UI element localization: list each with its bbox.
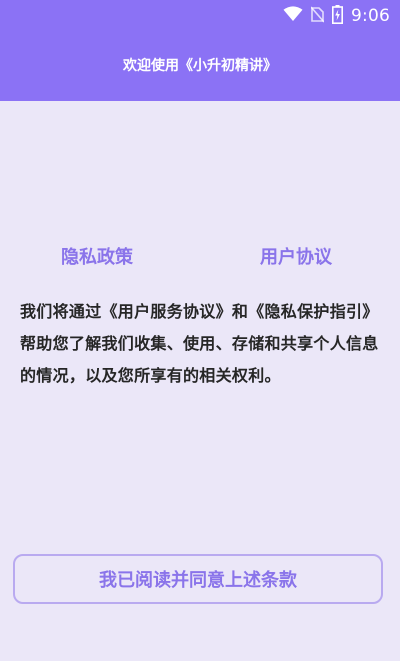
page-title: 欢迎使用《小升初精讲》 <box>123 58 277 74</box>
wifi-icon <box>283 6 303 26</box>
status-icons: 9:06 <box>283 4 390 28</box>
status-time: 9:06 <box>351 6 390 26</box>
consent-description: 我们将通过《用户服务协议》和《隐私保护指引》帮助您了解我们收集、使用、存储和共享… <box>20 302 379 385</box>
status-bar: 9:06 <box>0 0 400 32</box>
agree-button[interactable]: 我已阅读并同意上述条款 <box>13 554 383 604</box>
app-header: 9:06 欢迎使用《小升初精讲》 <box>0 0 400 101</box>
no-sim-icon <box>310 5 325 27</box>
tab-user-agreement[interactable]: 用户协议 <box>260 243 332 273</box>
policy-tabs: 隐私政策 用户协议 <box>0 243 400 273</box>
battery-charging-icon <box>332 4 344 28</box>
tab-privacy-policy[interactable]: 隐私政策 <box>61 243 133 273</box>
